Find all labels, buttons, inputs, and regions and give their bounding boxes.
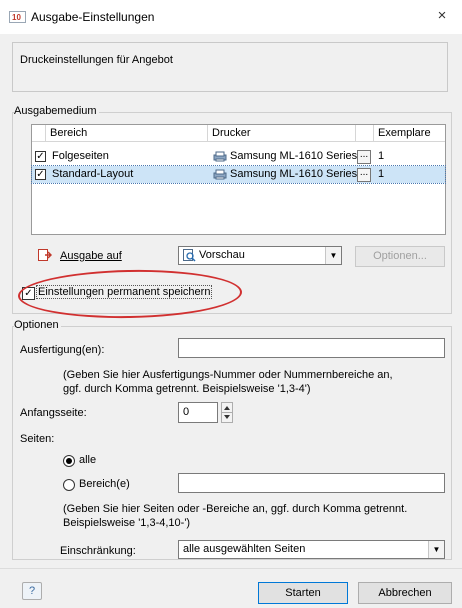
ausgabe-auf-label: Ausgabe auf — [60, 250, 122, 262]
row-bereich: Standard-Layout — [52, 168, 134, 180]
output-target-icon — [38, 249, 53, 261]
header-panel — [12, 42, 448, 92]
row-bereich: Folgeseiten — [52, 150, 109, 162]
start-button[interactable]: Starten — [258, 582, 348, 604]
column-header-blank — [356, 125, 374, 142]
radio-selected-dot — [66, 458, 72, 464]
table-header-check — [32, 125, 46, 142]
row-checkbox[interactable]: ✓ — [35, 151, 46, 162]
printer-browse-button[interactable]: ... — [357, 150, 371, 164]
seiten-label: Seiten: — [20, 433, 55, 445]
chevron-down-icon[interactable]: ▼ — [428, 541, 444, 558]
printer-browse-button[interactable]: ... — [357, 168, 371, 182]
radio-alle-label[interactable]: alle — [79, 454, 96, 466]
chevron-down-icon[interactable]: ▼ — [325, 247, 341, 264]
ausgabe-auf-value: Vorschau — [199, 249, 245, 261]
radio-alle[interactable] — [63, 455, 75, 467]
footer-divider — [0, 568, 462, 569]
einschraenkung-value: alle ausgewählten Seiten — [183, 543, 306, 555]
row-drucker: Samsung ML-1610 Series — [230, 168, 358, 180]
ausfertigung-label: Ausfertigung(en): — [20, 344, 105, 356]
anfangsseite-label: Anfangsseite: — [20, 407, 87, 419]
app-icon: 10 — [9, 11, 26, 23]
preview-icon — [182, 249, 196, 262]
ausgabemedium-label: Ausgabemedium — [14, 105, 99, 117]
window-title: Ausgabe-Einstellungen — [31, 10, 155, 24]
optionen-label: Optionen — [14, 319, 61, 331]
radio-bereich-label[interactable]: Bereich(e) — [79, 478, 130, 490]
header-text: Druckeinstellungen für Angebot — [20, 54, 173, 66]
anfangsseite-stepper[interactable] — [221, 402, 233, 423]
einschraenkung-label: Einschränkung: — [60, 545, 136, 557]
radio-bereich[interactable] — [63, 479, 75, 491]
optionen-button[interactable]: Optionen... — [355, 246, 445, 267]
bereich-input[interactable] — [178, 473, 445, 493]
printer-icon — [213, 151, 227, 162]
bereich-hint: (Geben Sie hier Seiten oder -Bereiche an… — [63, 503, 408, 529]
row-checkbox[interactable]: ✓ — [35, 169, 46, 180]
svg-text:10: 10 — [12, 13, 21, 22]
close-icon[interactable]: × — [431, 6, 453, 26]
row-exemplare[interactable]: 1 — [378, 148, 384, 165]
printer-icon — [213, 169, 227, 180]
column-header-bereich[interactable]: Bereich — [46, 125, 208, 142]
ausfertigung-input[interactable] — [178, 338, 445, 358]
row-exemplare[interactable]: 1 — [378, 166, 384, 183]
row-drucker: Samsung ML-1610 Series — [230, 150, 358, 162]
ausfertigung-hint: (Geben Sie hier Ausfertigungs-Nummer ode… — [63, 369, 393, 395]
column-header-exemplare[interactable]: Exemplare — [374, 125, 445, 142]
cancel-button[interactable]: Abbrechen — [358, 582, 452, 604]
anfangsseite-input[interactable]: 0 — [178, 402, 218, 423]
help-icon[interactable]: ? — [22, 582, 42, 600]
column-header-drucker[interactable]: Drucker — [208, 125, 356, 142]
